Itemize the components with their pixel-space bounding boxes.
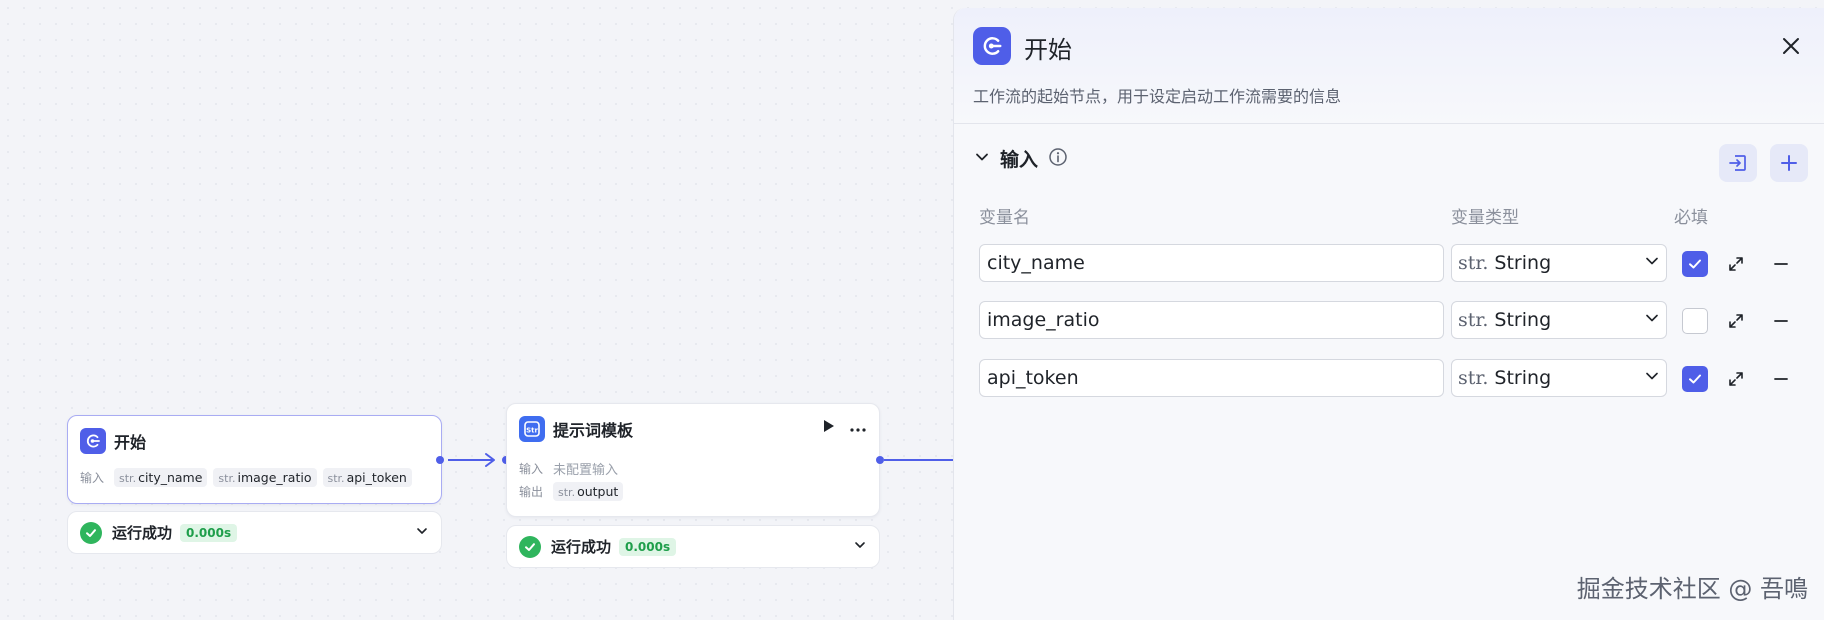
expand-icon[interactable] <box>1724 252 1748 276</box>
input-tag: str. image_ratio <box>213 468 317 487</box>
input-tag: str. api_token <box>322 468 412 487</box>
type-value: String <box>1494 252 1552 274</box>
type-prefix: str. <box>1458 309 1489 331</box>
watermark: 掘金技术社区 @ 吾鳴 <box>1576 575 1808 603</box>
col-header-name: 变量名 <box>979 208 1030 228</box>
status-text: 运行成功 <box>112 524 173 542</box>
chevron-down-icon <box>1644 367 1660 389</box>
tpl-node-outputs: 输出 str. output <box>519 482 624 501</box>
tpl-node-actions <box>823 418 867 437</box>
expand-icon[interactable] <box>1724 309 1748 333</box>
variable-type-select[interactable]: str. String <box>1451 244 1667 282</box>
add-variable-button[interactable] <box>1770 144 1808 182</box>
start-node-inputs: 输入 str. city_name str. image_ratio str. api… <box>80 468 412 487</box>
type-prefix: str. <box>1458 252 1489 274</box>
svg-text:Str: Str <box>526 427 538 435</box>
inputs-section-header[interactable]: 输入 <box>974 145 1068 172</box>
variable-row: image_ratio str. String <box>979 301 1819 341</box>
input-tag-name: api_token <box>346 470 407 485</box>
panel-description: 工作流的起始节点，用于设定启动工作流需要的信息 <box>973 87 1342 106</box>
run-time-badge: 0.000s <box>619 537 677 556</box>
tpl-node-output-handle[interactable] <box>876 456 884 464</box>
col-header-required: 必填 <box>1674 208 1708 228</box>
status-text: 运行成功 <box>551 538 612 556</box>
inputs-label: 输入 <box>80 471 105 485</box>
variable-row: city_name str. String <box>979 244 1819 284</box>
variable-name-input[interactable]: image_ratio <box>979 301 1444 339</box>
tpl-node-status[interactable]: 运行成功 0.000s <box>506 525 880 568</box>
run-time-badge: 0.000s <box>180 523 238 542</box>
type-value: String <box>1494 309 1552 331</box>
start-node-icon <box>80 428 106 454</box>
chevron-down-icon[interactable] <box>415 523 429 542</box>
input-tag: str. city_name <box>114 468 208 487</box>
plus-icon <box>1781 155 1797 171</box>
close-icon[interactable] <box>1777 32 1805 60</box>
type-prefix: str. <box>558 486 576 499</box>
input-tag-name: image_ratio <box>237 470 312 485</box>
edge-arrow-icon <box>485 453 495 467</box>
edge-line[interactable] <box>884 459 954 461</box>
type-value: String <box>1494 367 1552 389</box>
expand-icon[interactable] <box>1724 367 1748 391</box>
variable-type-select[interactable]: str. String <box>1451 359 1667 397</box>
type-prefix: str. <box>119 472 137 485</box>
tpl-node-inputs: 输入 未配置输入 <box>519 459 618 478</box>
output-tag-name: output <box>577 484 619 499</box>
tpl-node-header: Str 提示词模板 <box>519 416 633 442</box>
tpl-node-title: 提示词模板 <box>553 421 634 440</box>
section-title: 输入 <box>1000 149 1039 171</box>
import-icon <box>1729 155 1746 171</box>
outputs-label: 输出 <box>519 485 544 499</box>
variable-row: api_token str. String <box>979 359 1819 399</box>
prompt-template-node[interactable]: Str 提示词模板 输入 未配置输入 输出 str. output <box>506 403 880 517</box>
type-prefix: str. <box>327 472 345 485</box>
input-tag-name: city_name <box>138 470 203 485</box>
remove-icon[interactable] <box>1769 252 1793 276</box>
success-check-icon <box>80 521 102 544</box>
type-prefix: str. <box>218 472 236 485</box>
variable-name-input[interactable]: api_token <box>979 359 1444 397</box>
run-play-icon[interactable] <box>823 418 835 437</box>
more-options-icon[interactable] <box>849 418 867 437</box>
import-variable-button[interactable] <box>1719 144 1757 182</box>
start-node-title: 开始 <box>114 433 147 452</box>
inputs-label: 输入 <box>519 462 544 476</box>
remove-icon[interactable] <box>1769 367 1793 391</box>
start-node-icon <box>973 27 1011 65</box>
start-node-output-handle[interactable] <box>436 456 444 464</box>
col-header-type: 变量类型 <box>1451 208 1519 228</box>
required-checkbox[interactable] <box>1682 251 1708 277</box>
panel-header: 开始 工作流的起始节点，用于设定启动工作流需要的信息 <box>954 8 1824 124</box>
chevron-down-icon <box>1644 252 1660 274</box>
required-checkbox[interactable] <box>1682 366 1708 392</box>
start-node-header: 开始 <box>80 428 146 454</box>
inputs-placeholder: 未配置输入 <box>553 463 619 478</box>
chevron-down-icon <box>1644 309 1660 331</box>
type-prefix: str. <box>1458 367 1489 389</box>
node-config-panel: 开始 工作流的起始节点，用于设定启动工作流需要的信息 输入 变量名 变量类型 必… <box>953 8 1824 620</box>
required-checkbox[interactable] <box>1682 308 1708 334</box>
variable-name-input[interactable]: city_name <box>979 244 1444 282</box>
chevron-down-icon[interactable] <box>853 537 867 556</box>
info-icon[interactable] <box>1048 147 1068 171</box>
variable-type-select[interactable]: str. String <box>1451 301 1667 339</box>
remove-icon[interactable] <box>1769 309 1793 333</box>
success-check-icon <box>519 535 541 558</box>
start-node[interactable]: 开始 输入 str. city_name str. image_ratio str.… <box>67 415 442 504</box>
panel-title: 开始 <box>1024 36 1072 64</box>
template-node-icon: Str <box>519 416 545 442</box>
output-tag: str. output <box>553 482 624 501</box>
start-node-status[interactable]: 运行成功 0.000s <box>67 511 442 554</box>
chevron-down-icon[interactable] <box>974 149 990 169</box>
